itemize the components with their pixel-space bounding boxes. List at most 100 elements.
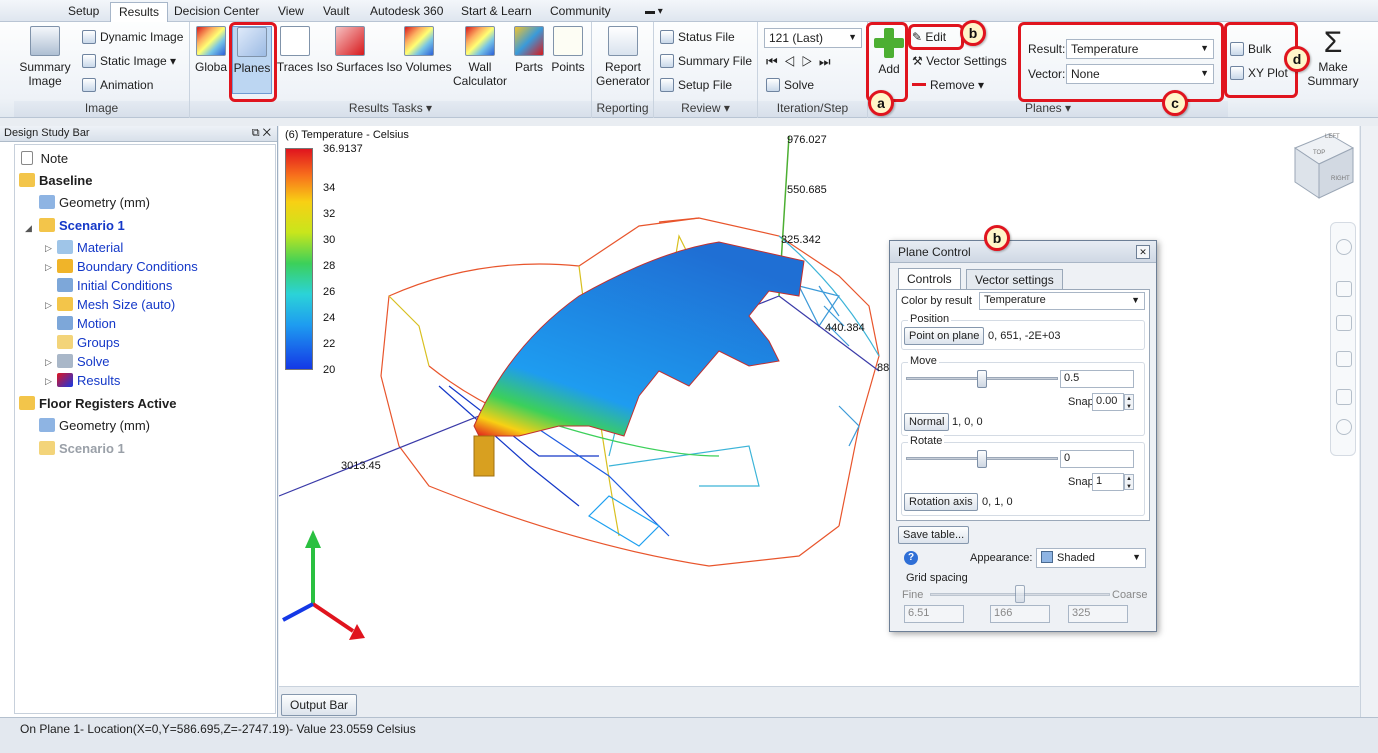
prev-step-icon[interactable]: ◁: [784, 54, 802, 69]
tree-item-geometry-2[interactable]: Geometry (mm): [39, 418, 150, 433]
vector-settings-button[interactable]: ⚒ Vector Settings: [912, 54, 1007, 68]
tab-controls[interactable]: Controls: [898, 268, 961, 290]
menu-tab-setup[interactable]: Setup: [68, 4, 99, 18]
rotate-snap-input[interactable]: 1: [1092, 473, 1124, 491]
make-summary-button[interactable]: Σ Make Summary: [1304, 26, 1362, 88]
results-tasks-group-label[interactable]: Results Tasks ▾: [190, 101, 591, 117]
point-on-plane-button[interactable]: Point on plane: [904, 327, 985, 345]
first-step-icon[interactable]: ⏮: [766, 54, 784, 69]
zoom-icon[interactable]: [1336, 315, 1352, 331]
menu-tab-autodesk-360[interactable]: Autodesk 360: [370, 4, 443, 18]
iso-surfaces-button[interactable]: Iso Surfaces: [316, 26, 384, 74]
menu-tab-start-learn[interactable]: Start & Learn: [461, 4, 532, 18]
tab-vector-settings[interactable]: Vector settings: [966, 269, 1063, 289]
result-plane-surface[interactable]: [473, 241, 805, 437]
global-button[interactable]: Globa: [192, 26, 230, 74]
summary-image-button[interactable]: Summary Image: [18, 26, 72, 88]
menu-tab-results[interactable]: Results: [110, 2, 169, 22]
expand-icon[interactable]: ▷: [45, 357, 52, 368]
tree-item-boundary-conditions[interactable]: Boundary Conditions: [57, 259, 198, 274]
move-snap-input[interactable]: 0.00: [1092, 393, 1124, 411]
dynamic-image-button[interactable]: Dynamic Image: [82, 30, 183, 44]
traces-button[interactable]: Traces: [276, 26, 314, 74]
move-value-input[interactable]: 0.5: [1060, 370, 1134, 388]
review-group-label[interactable]: Review ▾: [654, 101, 757, 117]
solve-icon: [57, 354, 73, 368]
rotate-value-input[interactable]: 0: [1060, 450, 1134, 468]
expand-icon[interactable]: ▷: [45, 376, 52, 387]
report-generator-button[interactable]: Report Generator: [594, 26, 652, 88]
menu-tab-decision-center[interactable]: Decision Center: [174, 4, 259, 18]
tree-item-label: Floor Registers Active: [39, 396, 177, 411]
tree-item-note[interactable]: Note: [21, 151, 68, 166]
expand-icon[interactable]: ▷: [45, 262, 52, 273]
menu-tab-community[interactable]: Community: [550, 4, 611, 18]
tree-item-results[interactable]: Results: [57, 373, 120, 388]
expand-icon[interactable]: ▷: [45, 243, 52, 254]
setup-file-button[interactable]: Setup File: [660, 78, 732, 92]
tree-item-geometry[interactable]: Geometry (mm): [39, 195, 150, 210]
tree-item-initial-conditions[interactable]: Initial Conditions: [57, 278, 172, 293]
move-snap-spinner[interactable]: ▲ ▼: [1124, 394, 1134, 410]
remove-plane-button[interactable]: Remove ▾: [912, 78, 984, 92]
appearance-label: Appearance:: [970, 552, 1033, 564]
next-step-icon[interactable]: ▷: [801, 54, 819, 69]
move-fieldset: Move 0.5 Snap 0.00 ▲ ▼ Normal 1, 0, 0: [901, 355, 1145, 436]
tree-item-groups[interactable]: Groups: [57, 335, 120, 350]
expand-icon[interactable]: ▷: [45, 300, 52, 311]
step-controls[interactable]: ⏮◁▷⏭: [766, 54, 837, 70]
view-cube-top-label: TOP: [1313, 150, 1326, 156]
normal-button[interactable]: Normal: [904, 413, 950, 431]
close-icon[interactable]: ✕: [1136, 245, 1150, 259]
tree-item-floor-registers[interactable]: Floor Registers Active: [19, 396, 177, 411]
view-cube[interactable]: [1293, 133, 1355, 199]
tree-item-scenario[interactable]: Scenario 1: [39, 218, 125, 233]
pan-icon[interactable]: [1336, 281, 1352, 297]
output-bar-button[interactable]: Output Bar: [281, 694, 358, 716]
tree-item-motion[interactable]: Motion: [57, 316, 116, 331]
summary-file-button[interactable]: Summary File: [660, 54, 752, 68]
help-icon[interactable]: ?: [904, 551, 918, 565]
rotation-axis-button[interactable]: Rotation axis: [904, 493, 978, 511]
move-slider-thumb[interactable]: [977, 370, 987, 388]
ribbon-options-icon[interactable]: ▬ ▾: [645, 6, 663, 17]
model-viewport[interactable]: (6) Temperature - Celsius 36.9137 34 32 …: [279, 126, 1359, 686]
tree-item-scenario-2[interactable]: Scenario 1: [39, 441, 125, 456]
tree-item-baseline[interactable]: Baseline: [19, 173, 92, 188]
menu-tab-vault[interactable]: Vault: [323, 4, 349, 18]
rotate-slider-thumb[interactable]: [977, 450, 987, 468]
wall-calculator-button[interactable]: Wall Calculator: [452, 26, 508, 88]
parts-button[interactable]: Parts: [510, 26, 548, 74]
appearance-select[interactable]: Shaded ▼: [1036, 548, 1146, 568]
look-at-icon[interactable]: [1336, 389, 1352, 405]
menu-tab-view[interactable]: View: [278, 4, 304, 18]
tree-item-material[interactable]: Material: [57, 240, 123, 255]
move-label: Move: [908, 355, 939, 367]
animation-button[interactable]: Animation: [82, 78, 153, 92]
grid-fine-label: Fine: [902, 589, 924, 601]
points-button[interactable]: Points: [548, 26, 588, 74]
show-motion-icon[interactable]: [1336, 419, 1352, 435]
review-label: Review: [681, 101, 721, 115]
last-step-icon[interactable]: ⏭: [819, 54, 837, 69]
solve-button[interactable]: Solve: [766, 78, 814, 92]
parts-label: Parts: [514, 60, 543, 74]
tree-item-mesh-size[interactable]: Mesh Size (auto): [57, 297, 175, 312]
steering-wheel-icon[interactable]: [1336, 239, 1352, 255]
save-table-button[interactable]: Save table...: [898, 526, 970, 544]
color-by-select[interactable]: Temperature ▼: [979, 292, 1145, 310]
iteration-select[interactable]: 121 (Last) ▼: [764, 28, 862, 48]
iso-surfaces-icon: [335, 26, 365, 56]
plane-control-titlebar[interactable]: Plane Control ✕: [890, 241, 1156, 263]
grid-spacing-slider-thumb[interactable]: [1015, 585, 1025, 603]
status-file-button[interactable]: Status File: [660, 30, 735, 44]
callout-box-a: [866, 22, 908, 102]
rotate-snap-spinner[interactable]: ▲ ▼: [1124, 474, 1134, 490]
viewport-scrollbar[interactable]: [1360, 126, 1378, 717]
tree-item-solve[interactable]: Solve: [57, 354, 110, 369]
iso-volumes-button[interactable]: Iso Volumes: [386, 26, 452, 74]
collapse-icon[interactable]: ◢: [25, 223, 32, 234]
dock-close-controls[interactable]: ⧉ ✕: [252, 127, 271, 140]
static-image-button[interactable]: Static Image ▾: [82, 54, 176, 68]
orbit-icon[interactable]: [1336, 351, 1352, 367]
